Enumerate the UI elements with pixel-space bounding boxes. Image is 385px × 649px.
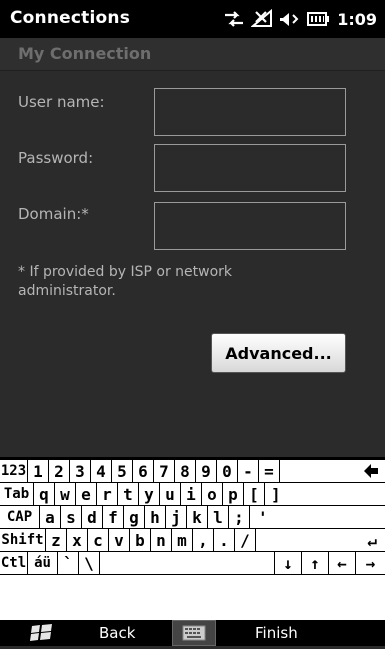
key-l[interactable]: l [208,506,229,528]
key-a[interactable]: a [40,506,61,528]
key-arrow-up[interactable]: ↑ [302,552,329,574]
keyboard-row-bottom: Shift z x c v b n m , . / ↵ [0,529,385,552]
key-n[interactable]: n [151,529,172,551]
key-1[interactable]: 1 [28,460,49,482]
key-h[interactable]: h [145,506,166,528]
backspace-key[interactable] [280,460,385,482]
keyboard-row-home: CAP a s d f g h j k l ; ' [0,506,385,529]
key-comma[interactable]: , [193,529,214,551]
backspace-icon [364,464,378,478]
key-3[interactable]: 3 [70,460,91,482]
key-g[interactable]: g [124,506,145,528]
key-apostrophe[interactable]: ' [250,506,385,528]
status-icons[interactable]: 1:09 [223,8,377,30]
key-r[interactable]: r [97,483,118,505]
key-7[interactable]: 7 [154,460,175,482]
key-period[interactable]: . [214,529,235,551]
key-slash[interactable]: / [235,529,256,551]
key-equals[interactable]: = [259,460,280,482]
key-arrow-right[interactable]: → [356,552,385,574]
key-t[interactable]: t [118,483,139,505]
key-ctrl[interactable]: Ctl [0,552,28,574]
key-123[interactable]: 123 [0,460,28,482]
key-shift[interactable]: Shift [0,529,46,551]
speaker-icon [279,9,301,29]
key-8[interactable]: 8 [175,460,196,482]
key-tab[interactable]: Tab [0,483,34,505]
key-right-bracket[interactable]: ] [265,483,385,505]
keyboard-toggle-button[interactable] [172,620,216,646]
domain-field[interactable] [154,202,346,250]
data-connection-icon [223,10,245,28]
key-backslash[interactable]: \ [79,552,100,574]
key-4[interactable]: 4 [91,460,112,482]
advanced-button[interactable]: Advanced... [211,333,346,373]
key-minus[interactable]: - [238,460,259,482]
status-bar: Connections 1:09 [0,0,385,38]
key-j[interactable]: j [166,506,187,528]
password-field[interactable] [154,144,346,192]
username-field[interactable] [154,88,346,136]
key-x[interactable]: x [67,529,88,551]
key-v[interactable]: v [109,529,130,551]
key-m[interactable]: m [172,529,193,551]
key-caps[interactable]: CAP [0,506,40,528]
key-c[interactable]: c [88,529,109,551]
connection-form: User name: Password: Domain:* * If provi… [0,71,385,457]
key-f[interactable]: f [103,506,124,528]
key-u[interactable]: u [160,483,181,505]
password-label: Password: [18,149,94,167]
key-arrow-left[interactable]: ← [329,552,356,574]
key-6[interactable]: 6 [133,460,154,482]
key-semicolon[interactable]: ; [229,506,250,528]
keyboard-icon [182,625,206,641]
page-header: My Connection [0,38,385,71]
key-q[interactable]: q [34,483,55,505]
windows-start-icon[interactable] [28,623,56,643]
key-accents[interactable]: áü [28,552,58,574]
key-0[interactable]: 0 [217,460,238,482]
key-9[interactable]: 9 [196,460,217,482]
key-i[interactable]: i [181,483,202,505]
key-w[interactable]: w [55,483,76,505]
clock: 1:09 [337,9,377,29]
no-signal-icon [251,9,273,29]
key-y[interactable]: y [139,483,160,505]
key-backtick[interactable]: ` [58,552,79,574]
back-softkey[interactable]: Back [99,624,135,642]
key-p[interactable]: p [223,483,244,505]
app-title: Connections [10,8,131,28]
soft-keyboard: 123 1 2 3 4 5 6 7 8 9 0 - = Tab q w e r … [0,457,385,620]
username-label: User name: [18,93,105,111]
key-o[interactable]: o [202,483,223,505]
domain-label: Domain:* [18,205,89,223]
key-arrow-down[interactable]: ↓ [275,552,302,574]
key-k[interactable]: k [187,506,208,528]
key-d[interactable]: d [82,506,103,528]
key-b[interactable]: b [130,529,151,551]
key-e[interactable]: e [76,483,97,505]
space-bar[interactable] [100,552,275,574]
keyboard-row-numbers: 123 1 2 3 4 5 6 7 8 9 0 - = [0,460,385,483]
bottom-bar: Back Finish [0,620,385,646]
key-5[interactable]: 5 [112,460,133,482]
key-2[interactable]: 2 [49,460,70,482]
key-s[interactable]: s [61,506,82,528]
keyboard-row-top: Tab q w e r t y u i o p [ ] [0,483,385,506]
keyboard-row-space: Ctl áü ` \ ↓ ↑ ← → [0,552,385,575]
key-left-bracket[interactable]: [ [244,483,265,505]
page-title: My Connection [18,44,152,63]
finish-softkey[interactable]: Finish [255,624,298,642]
enter-key[interactable]: ↵ [256,529,385,551]
battery-icon [307,11,330,27]
key-z[interactable]: z [46,529,67,551]
domain-note: * If provided by ISP or network administ… [18,264,233,299]
